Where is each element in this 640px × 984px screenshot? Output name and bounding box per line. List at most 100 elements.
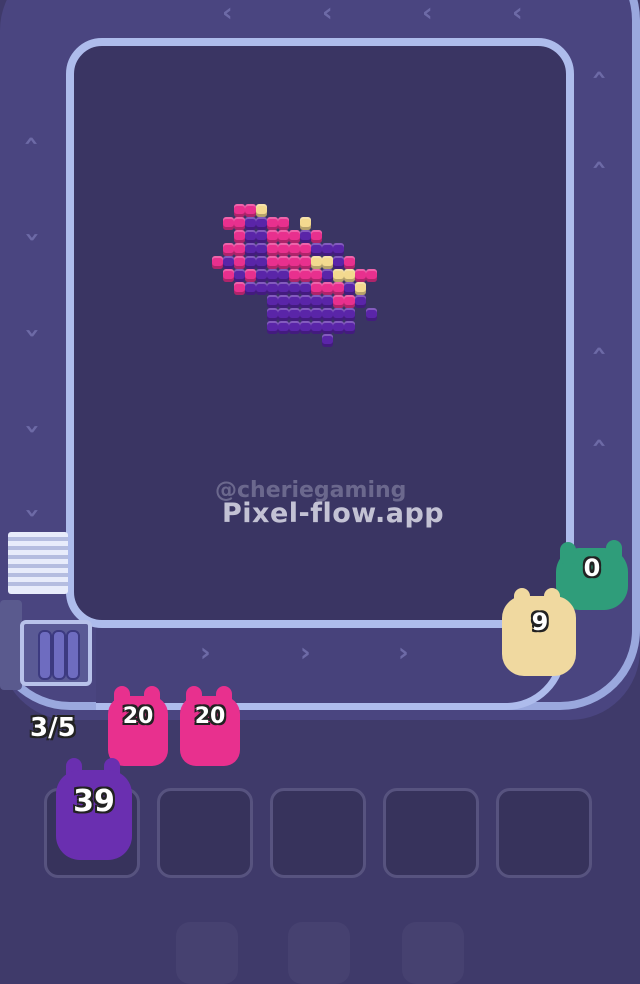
pixel-block <box>223 256 234 269</box>
pixel-block <box>355 282 366 295</box>
holding-slot[interactable] <box>157 788 253 878</box>
pixel-block <box>300 269 311 282</box>
pixel-block <box>278 269 289 282</box>
pixel-block <box>311 282 322 295</box>
shooter-count: 9 <box>531 608 549 636</box>
chevron-right-icon: › <box>398 638 409 668</box>
pixel-block <box>234 217 245 230</box>
pixel-block <box>212 256 223 269</box>
chevron-down-icon: ‹ <box>16 231 47 243</box>
chevron-right-icon: › <box>200 638 211 668</box>
shooter-count: 0 <box>583 554 601 582</box>
pixel-block <box>289 295 300 308</box>
pixel-block <box>267 295 278 308</box>
pixel-block <box>234 256 245 269</box>
pixel-block <box>333 256 344 269</box>
chevron-up-icon: ‹ <box>584 437 615 449</box>
pixel-block <box>333 321 344 334</box>
chevron-up-icon: ‹ <box>584 159 615 171</box>
pixel-block <box>322 295 333 308</box>
queue-pig[interactable]: 20 <box>180 686 240 766</box>
holding-slot[interactable] <box>496 788 592 878</box>
pixel-block <box>322 256 333 269</box>
pixel-block <box>300 282 311 295</box>
pixel-block <box>311 295 322 308</box>
chevron-left-icon: ‹ <box>512 0 523 28</box>
pixel-block <box>322 243 333 256</box>
pixel-block <box>267 256 278 269</box>
pixel-block <box>234 243 245 256</box>
pixel-block <box>278 256 289 269</box>
pixel-block <box>234 282 245 295</box>
pixel-block <box>289 308 300 321</box>
booster-button[interactable] <box>402 922 464 984</box>
pixel-block <box>256 256 267 269</box>
pixel-block <box>278 217 289 230</box>
pixel-block <box>333 295 344 308</box>
stair-plates-icon <box>8 532 68 594</box>
pixel-block <box>267 217 278 230</box>
pixel-block <box>311 321 322 334</box>
pig-count: 20 <box>194 704 226 729</box>
pixel-block <box>300 243 311 256</box>
chevron-right-icon: › <box>300 638 311 668</box>
pixel-block <box>333 269 344 282</box>
pixel-block <box>344 295 355 308</box>
pixel-block <box>289 243 300 256</box>
pixel-block <box>322 308 333 321</box>
watermark-site: Pixel-flow.app <box>222 498 445 529</box>
slot-pig[interactable]: 39 <box>56 758 132 862</box>
pixel-block <box>311 269 322 282</box>
pixel-block <box>289 230 300 243</box>
pixel-block <box>333 243 344 256</box>
pixel-block <box>344 308 355 321</box>
pixel-block <box>311 308 322 321</box>
pixel-block <box>278 321 289 334</box>
pixel-block <box>267 321 278 334</box>
pixel-block <box>289 269 300 282</box>
pixel-block <box>344 321 355 334</box>
pixel-block <box>366 308 377 321</box>
pixel-block <box>256 269 267 282</box>
chevron-up-icon: ‹ <box>584 345 615 357</box>
pixel-block <box>322 334 333 347</box>
pixel-block <box>245 282 256 295</box>
pixel-block <box>278 282 289 295</box>
chevron-left-icon: ‹ <box>222 0 233 28</box>
pixel-block <box>311 230 322 243</box>
chevron-down-icon: ‹ <box>16 135 47 147</box>
pixel-block <box>355 295 366 308</box>
pixel-block <box>267 282 278 295</box>
pixel-block <box>256 243 267 256</box>
pixel-block <box>278 308 289 321</box>
pixel-block <box>234 204 245 217</box>
queue-pig[interactable]: 20 <box>108 686 168 766</box>
booster-button[interactable] <box>288 922 350 984</box>
pixel-block <box>267 308 278 321</box>
holding-slot[interactable] <box>383 788 479 878</box>
chevron-up-icon: ‹ <box>584 69 615 81</box>
booster-button[interactable] <box>176 922 238 984</box>
pixel-block <box>256 282 267 295</box>
pixel-block <box>245 204 256 217</box>
pixel-block <box>289 256 300 269</box>
pixel-block <box>289 282 300 295</box>
pixel-block <box>267 269 278 282</box>
pixel-block <box>322 282 333 295</box>
pixel-block <box>223 269 234 282</box>
pixel-block <box>256 217 267 230</box>
pixel-block <box>245 243 256 256</box>
pig-count: 39 <box>73 784 115 819</box>
pixel-block <box>311 256 322 269</box>
pixel-block <box>344 256 355 269</box>
pixel-block <box>245 269 256 282</box>
pixel-block <box>322 321 333 334</box>
pixel-block <box>223 243 234 256</box>
holding-slot[interactable] <box>270 788 366 878</box>
pixel-block <box>333 282 344 295</box>
chevron-down-icon: ‹ <box>16 423 47 435</box>
pixel-block <box>256 230 267 243</box>
shooter-cream[interactable]: 9 <box>500 588 580 678</box>
pixel-block <box>300 321 311 334</box>
pixel-block <box>344 269 355 282</box>
